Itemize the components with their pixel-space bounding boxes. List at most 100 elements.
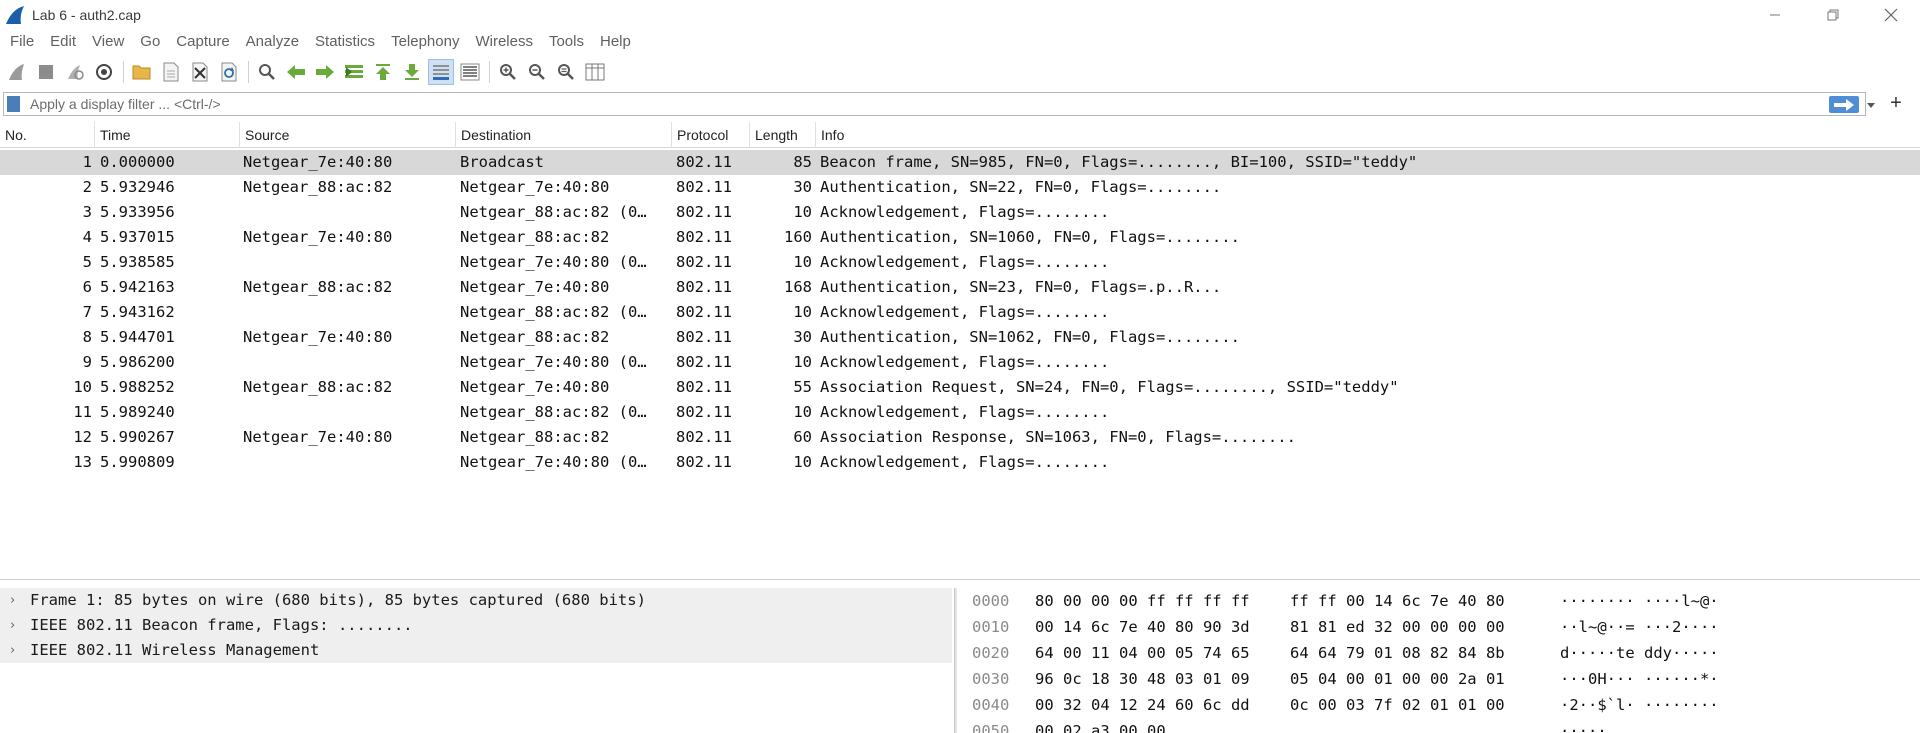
hex-bytes[interactable]: 00 02 a3 00 00 <box>1035 718 1166 733</box>
table-row[interactable]: 2 5.932946 Netgear_88:ac:82 Netgear_7e:4… <box>0 175 1920 200</box>
display-filter-input[interactable] <box>30 94 1820 114</box>
stop-capture-button[interactable] <box>33 59 59 85</box>
hex-bytes[interactable]: ff ff 00 14 6c 7e 40 80 <box>1290 588 1505 614</box>
zoom-normal-button[interactable] <box>553 59 579 85</box>
cell-info: Authentication, SN=1062, FN=0, Flags=...… <box>820 328 1240 346</box>
packet-details-pane: › Frame 1: 85 bytes on wire (680 bits), … <box>0 588 956 733</box>
menu-file[interactable]: File <box>2 30 42 54</box>
hex-bytes[interactable]: 96 0c 18 30 48 03 01 09 <box>1035 666 1250 692</box>
cell-info: Association Response, SN=1063, FN=0, Fla… <box>820 428 1296 446</box>
cell-length: 10 <box>793 403 812 421</box>
cell-time: 5.944701 <box>100 328 175 346</box>
capture-options-button[interactable] <box>91 59 117 85</box>
autoscroll-button[interactable] <box>428 59 454 85</box>
display-filter-bar: + <box>0 91 1920 117</box>
chevron-right-icon[interactable]: › <box>10 638 15 663</box>
save-file-button[interactable] <box>158 59 184 85</box>
cell-source: Netgear_7e:40:80 <box>243 153 393 171</box>
column-header-length[interactable]: Length <box>750 122 816 148</box>
restore-button[interactable] <box>1804 0 1862 30</box>
cell-info: Association Request, SN=24, FN=0, Flags=… <box>820 378 1399 396</box>
minimize-button[interactable] <box>1746 0 1804 30</box>
reload-file-button[interactable] <box>216 59 242 85</box>
zoom-in-button[interactable] <box>495 59 521 85</box>
chevron-right-icon[interactable]: › <box>10 613 15 638</box>
menu-wireless[interactable]: Wireless <box>467 30 541 54</box>
hex-bytes[interactable]: 81 81 ed 32 00 00 00 00 <box>1290 614 1505 640</box>
close-file-icon <box>192 62 208 82</box>
cell-no: 5 <box>82 253 92 271</box>
add-filter-button[interactable]: + <box>1883 91 1909 115</box>
close-button[interactable] <box>1862 0 1920 30</box>
column-header-no[interactable]: No. <box>0 122 95 148</box>
menu-tools[interactable]: Tools <box>541 30 592 54</box>
tree-item[interactable]: › Frame 1: 85 bytes on wire (680 bits), … <box>0 588 952 613</box>
hex-bytes[interactable]: 0c 00 03 7f 02 01 01 00 <box>1290 692 1505 718</box>
menu-help[interactable]: Help <box>592 30 639 54</box>
column-header-time[interactable]: Time <box>95 122 240 148</box>
chevron-down-icon[interactable] <box>1864 98 1878 112</box>
restart-capture-button[interactable] <box>62 59 88 85</box>
zoom-in-icon <box>500 64 516 80</box>
column-header-protocol[interactable]: Protocol <box>672 122 750 148</box>
ascii-bytes[interactable]: ········ ····l~@· <box>1560 588 1719 614</box>
table-row[interactable]: 3 5.933956 Netgear_88:ac:82 (0… 802.11 1… <box>0 200 1920 225</box>
start-capture-button[interactable] <box>4 59 30 85</box>
table-row[interactable]: 1 0.000000 Netgear_7e:40:80 Broadcast 80… <box>0 150 1920 175</box>
hex-bytes[interactable]: 00 32 04 12 24 60 6c dd <box>1035 692 1250 718</box>
go-back-button[interactable] <box>283 59 309 85</box>
table-row[interactable]: 4 5.937015 Netgear_7e:40:80 Netgear_88:a… <box>0 225 1920 250</box>
pane-splitter[interactable] <box>954 588 957 733</box>
tree-item[interactable]: › IEEE 802.11 Beacon frame, Flags: .....… <box>0 613 952 638</box>
hex-bytes[interactable]: 64 64 79 01 08 82 84 8b <box>1290 640 1505 666</box>
find-packet-button[interactable] <box>254 59 280 85</box>
table-row[interactable]: 13 5.990809 Netgear_7e:40:80 (0… 802.11 … <box>0 450 1920 475</box>
menu-telephony[interactable]: Telephony <box>383 30 467 54</box>
table-row[interactable]: 7 5.943162 Netgear_88:ac:82 (0… 802.11 1… <box>0 300 1920 325</box>
chevron-right-icon[interactable]: › <box>10 588 15 613</box>
menu-capture[interactable]: Capture <box>168 30 237 54</box>
ascii-bytes[interactable]: ····· <box>1560 718 1607 733</box>
cell-source: Netgear_88:ac:82 <box>243 378 393 396</box>
go-to-packet-button[interactable] <box>341 59 367 85</box>
table-row[interactable]: 12 5.990267 Netgear_7e:40:80 Netgear_88:… <box>0 425 1920 450</box>
colorize-button[interactable] <box>457 59 483 85</box>
table-row[interactable]: 11 5.989240 Netgear_88:ac:82 (0… 802.11 … <box>0 400 1920 425</box>
ascii-bytes[interactable]: d·····te ddy····· <box>1560 640 1719 666</box>
table-row[interactable]: 5 5.938585 Netgear_7e:40:80 (0… 802.11 1… <box>0 250 1920 275</box>
cell-length: 60 <box>793 428 812 446</box>
column-header-info[interactable]: Info <box>816 122 1920 148</box>
filter-bookmark-icon[interactable] <box>7 96 20 112</box>
column-header-destination[interactable]: Destination <box>456 122 672 148</box>
go-last-button[interactable] <box>399 59 425 85</box>
ascii-bytes[interactable]: ···0H··· ······*· <box>1560 666 1719 692</box>
menu-analyze[interactable]: Analyze <box>238 30 307 54</box>
apply-filter-button[interactable] <box>1829 96 1859 113</box>
go-first-button[interactable] <box>370 59 396 85</box>
menu-edit[interactable]: Edit <box>42 30 84 54</box>
close-file-button[interactable] <box>187 59 213 85</box>
resize-columns-button[interactable] <box>582 59 608 85</box>
table-row[interactable]: 9 5.986200 Netgear_7e:40:80 (0… 802.11 1… <box>0 350 1920 375</box>
table-row[interactable]: 10 5.988252 Netgear_88:ac:82 Netgear_7e:… <box>0 375 1920 400</box>
column-header-source[interactable]: Source <box>240 122 456 148</box>
ascii-bytes[interactable]: ··l~@··= ···2···· <box>1560 614 1719 640</box>
open-file-button[interactable] <box>129 59 155 85</box>
menu-statistics[interactable]: Statistics <box>307 30 383 54</box>
hex-bytes[interactable]: 80 00 00 00 ff ff ff ff <box>1035 588 1250 614</box>
menu-go[interactable]: Go <box>132 30 168 54</box>
go-first-icon <box>376 64 390 80</box>
table-row[interactable]: 6 5.942163 Netgear_88:ac:82 Netgear_7e:4… <box>0 275 1920 300</box>
hex-bytes[interactable]: 64 00 11 04 00 05 74 65 <box>1035 640 1250 666</box>
ascii-bytes[interactable]: ·2··$`l· ········ <box>1560 692 1719 718</box>
hex-bytes[interactable]: 00 14 6c 7e 40 80 90 3d <box>1035 614 1250 640</box>
table-row[interactable]: 8 5.944701 Netgear_7e:40:80 Netgear_88:a… <box>0 325 1920 350</box>
cell-destination: Netgear_7e:40:80 (0… <box>460 353 647 371</box>
menu-view[interactable]: View <box>84 30 132 54</box>
bytes-row: 0030 96 0c 18 30 48 03 01 09 05 04 00 01… <box>960 666 1920 692</box>
tree-item[interactable]: › IEEE 802.11 Wireless Management <box>0 638 952 663</box>
go-forward-button[interactable] <box>312 59 338 85</box>
zoom-out-button[interactable] <box>524 59 550 85</box>
cell-destination: Netgear_88:ac:82 <box>460 328 610 346</box>
hex-bytes[interactable]: 05 04 00 01 00 00 2a 01 <box>1290 666 1505 692</box>
